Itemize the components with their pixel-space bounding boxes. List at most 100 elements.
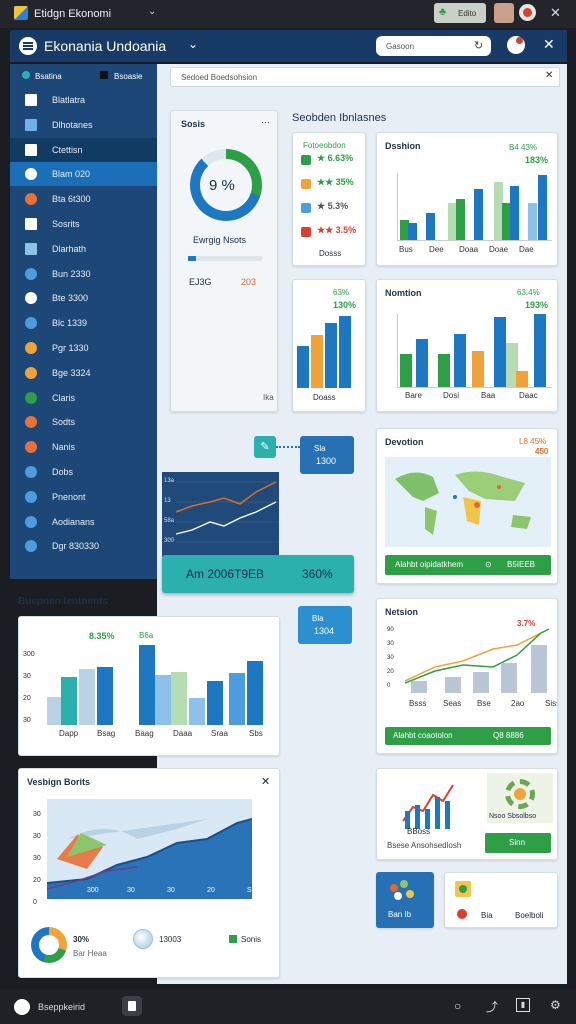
- sidebar-item-12[interactable]: Bge 3324: [10, 361, 157, 385]
- tile-label-a: Bia: [481, 911, 493, 920]
- square-icon: [100, 71, 108, 79]
- line-series-orange: [175, 481, 277, 513]
- area-plot: [46, 799, 253, 899]
- rating-icon: [301, 155, 311, 165]
- refresh-icon[interactable]: ↻: [474, 39, 483, 52]
- window-title: Etidgn Ekonomi: [34, 8, 112, 20]
- avatar[interactable]: [494, 3, 514, 23]
- sidebar-item-18[interactable]: Aodianans: [10, 510, 157, 534]
- chart-bar: [516, 370, 528, 387]
- chevron-down-icon[interactable]: ⌄: [188, 37, 198, 51]
- doc-icon: [25, 218, 37, 230]
- tile-1[interactable]: Ban Ib: [376, 872, 434, 928]
- close-icon[interactable]: ✕: [261, 775, 270, 788]
- chart-bar: [400, 353, 412, 387]
- y-tick-label: 13a: [164, 478, 175, 484]
- map-stat-2: 450: [535, 447, 549, 456]
- chart-bar: [155, 675, 171, 725]
- chart-icon[interactable]: ▮: [516, 998, 530, 1012]
- sidebar-item-13[interactable]: Claris: [10, 386, 157, 410]
- sidebar-item-5[interactable]: Bta 6t300: [10, 187, 157, 211]
- search-input[interactable]: Gasoon ↻: [376, 36, 491, 56]
- map-banner[interactable]: Alahbt oipidatkhem ⊙ B5IEEB: [385, 555, 551, 575]
- flag-icon: [25, 193, 37, 206]
- close-icon[interactable]: ✕: [550, 5, 561, 21]
- chart-bar: [207, 681, 223, 725]
- sidebar-item-9[interactable]: Bte 3300: [10, 286, 157, 310]
- chart-bar: [494, 316, 506, 387]
- chart-bar: [97, 667, 113, 725]
- x-tick-label: Bare: [405, 391, 422, 400]
- chart-stat-2: 183%: [525, 155, 549, 165]
- sidebar-item-14[interactable]: Sodts: [10, 410, 157, 434]
- toggle-icon[interactable]: ⊙: [485, 560, 492, 569]
- sidebar-item-label: Claris: [52, 392, 76, 403]
- card-title: Nomtion: [385, 288, 422, 298]
- promo-button-label: Sinn: [509, 838, 526, 847]
- leaf-icon: ♣: [439, 6, 447, 18]
- chevron-down-icon[interactable]: ⌄: [148, 6, 156, 17]
- app-title: Ekonania Undoania: [44, 38, 167, 54]
- start-icon[interactable]: [14, 999, 30, 1015]
- sidebar-item-label: Bte 3300: [52, 293, 89, 304]
- sidebar-item-8[interactable]: Bun 2330: [10, 262, 157, 286]
- flow-node-1[interactable]: Sla 1300: [300, 436, 354, 474]
- sidebar-item-11[interactable]: Pgr 1330: [10, 336, 157, 360]
- x-tick-label: 30: [167, 887, 175, 894]
- sidebar-item-label: Pnenont: [52, 491, 86, 502]
- sidebar-item-label: Aodianans: [52, 516, 95, 527]
- close-icon[interactable]: ✕: [543, 36, 555, 53]
- progress-track: [188, 256, 262, 261]
- sidebar-item-15[interactable]: Nanis: [10, 435, 157, 459]
- gauge-percent: 9 %: [209, 177, 235, 194]
- chart-stat: 63%: [333, 288, 350, 297]
- y-tick-label: 0: [33, 899, 37, 906]
- clock-icon: [25, 540, 37, 553]
- bar-chart-card-1: Dsshion B4 43% 183% Bus Dee Doaa Doae Dae: [376, 132, 558, 266]
- area-svg: [46, 818, 253, 899]
- y-tick-label: 30: [33, 855, 41, 862]
- x-tick-label: Baa: [481, 391, 496, 400]
- filter-input[interactable]: Sedoed Boedsohsion ✕: [170, 67, 560, 87]
- sidebar-item-7[interactable]: Dlarhath: [10, 237, 157, 261]
- menu-icon[interactable]: [19, 37, 37, 55]
- sidebar-item-19[interactable]: Dgr 830330: [10, 534, 157, 558]
- x-tick-label: Daac: [519, 391, 538, 400]
- search-icon[interactable]: ○: [454, 999, 461, 1013]
- line-bar-chart-card: Netsion 3.7% 90 30 30 20 0 Bsss Seas Bse 2ao Sis…: [376, 598, 558, 754]
- promo-button[interactable]: Sinn: [485, 833, 551, 853]
- sidebar-header-right[interactable]: Bsoasie: [114, 72, 142, 81]
- sidebar-item-label: Sodts: [52, 417, 76, 428]
- chart-bar: [325, 323, 337, 388]
- summary-pill[interactable]: Am 2006T9EB 360%: [162, 555, 354, 593]
- chart-bar: [189, 697, 205, 725]
- sidebar-header-left[interactable]: Bsatina: [35, 72, 62, 81]
- flow-icon-node[interactable]: ✎: [254, 436, 276, 458]
- close-icon[interactable]: ✕: [545, 70, 553, 81]
- profile-chip[interactable]: ♣ Edito: [434, 3, 486, 23]
- promo-card-1[interactable]: BBoss Bsese Ansohsedlosh Nsoo Sbsolbso S…: [376, 768, 558, 860]
- card-title: Vesbign Borits: [27, 777, 91, 787]
- sidebar-item-16[interactable]: Dobs: [10, 460, 157, 484]
- sidebar-item-3[interactable]: Ctettisn: [10, 137, 157, 162]
- sidebar-item-17[interactable]: Pnenont: [10, 485, 157, 509]
- sidebar-item-10[interactable]: Blc 1339: [10, 311, 157, 335]
- notification-icon[interactable]: [507, 36, 525, 54]
- bulb-icon: [25, 466, 37, 478]
- record-icon[interactable]: [519, 4, 536, 21]
- flow-node-2[interactable]: Bla 1304: [298, 606, 352, 644]
- chart-banner[interactable]: Alahbt coaotolon Q8 8886: [385, 727, 551, 745]
- chart-bar: [408, 223, 417, 240]
- sidebar-item-4[interactable]: Blam 020: [10, 162, 157, 187]
- growth-chart-icon: [402, 784, 454, 829]
- x-tick-label: Dee: [429, 245, 444, 254]
- tile-2[interactable]: Bia Boelboli: [444, 872, 558, 928]
- sidebar-item-2[interactable]: Dlhotanes: [10, 113, 157, 137]
- sidebar-item-6[interactable]: Sosrits: [10, 212, 157, 236]
- tile-label-b: Boelboli: [515, 911, 544, 920]
- settings-icon[interactable]: ⚙: [550, 998, 561, 1012]
- app-icon[interactable]: [122, 996, 142, 1016]
- share-icon[interactable]: ⤴: [486, 998, 498, 1015]
- more-icon[interactable]: ⋯: [261, 117, 270, 128]
- sidebar-item-1[interactable]: Blatlatra: [10, 88, 157, 112]
